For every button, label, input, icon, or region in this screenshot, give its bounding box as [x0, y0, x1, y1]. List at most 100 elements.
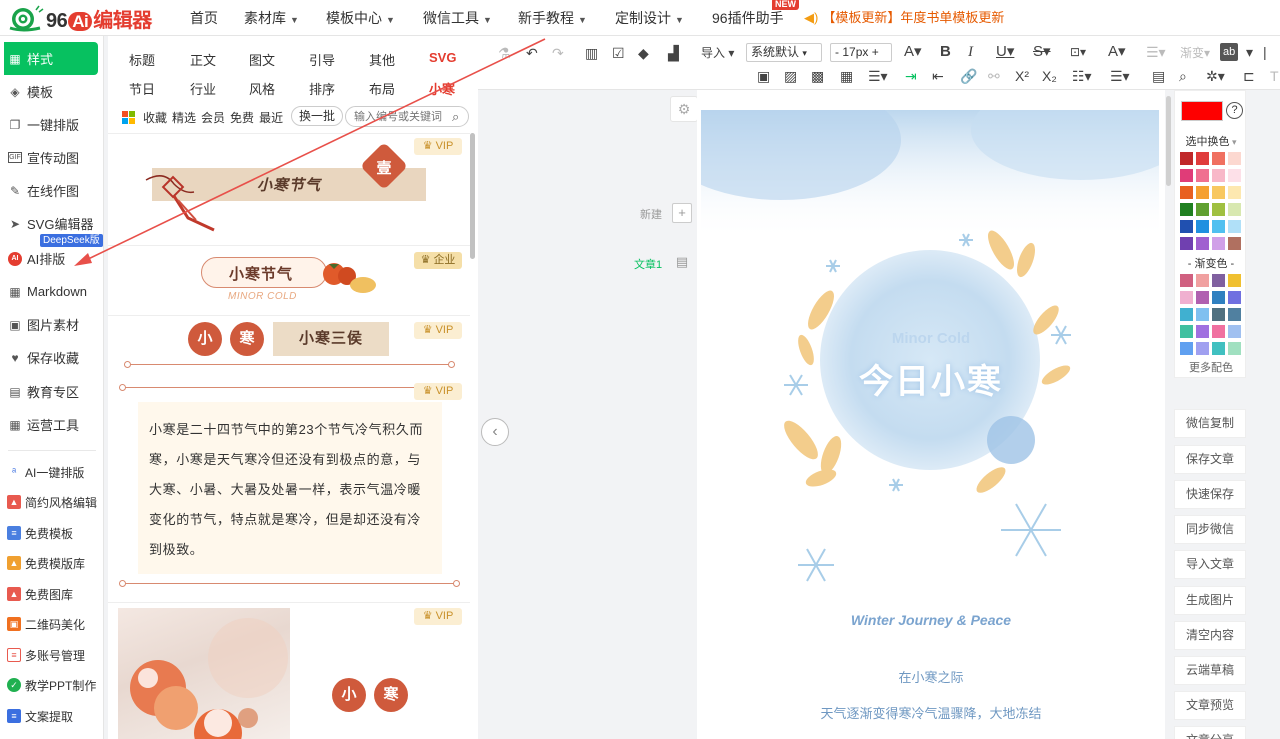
color-swatch[interactable]: [1228, 220, 1241, 233]
sidebar-item-online-drawing[interactable]: ✎ 在线作图: [0, 174, 104, 207]
plus-icon[interactable]: +: [872, 45, 879, 59]
sidebar-item-ai-layout[interactable]: AI AI排版: [0, 242, 104, 275]
tab-industry[interactable]: 行业: [190, 79, 216, 98]
color-swatch[interactable]: [1212, 186, 1225, 199]
color-swatch[interactable]: [1180, 152, 1193, 165]
color-swatch[interactable]: [1228, 186, 1241, 199]
superscript-icon[interactable]: X²: [1015, 67, 1029, 85]
style-card-1[interactable]: ♛ VIP 小寒节气 壹: [108, 134, 470, 246]
font-color-icon[interactable]: A▾: [1108, 43, 1126, 61]
settings-gear-icon[interactable]: ⚙: [670, 96, 698, 122]
color-swatch[interactable]: [1228, 152, 1241, 165]
clear-content-button[interactable]: 清空内容: [1174, 621, 1246, 650]
document-icon[interactable]: ▥: [585, 44, 598, 62]
color-swatch[interactable]: [1180, 325, 1193, 338]
color-swatch[interactable]: [1228, 203, 1241, 216]
filter-free[interactable]: 免费: [230, 109, 254, 126]
font-size-increase-icon[interactable]: A▾: [904, 43, 922, 61]
color-swatch[interactable]: [1196, 186, 1209, 199]
article-share-button[interactable]: 文章分享: [1174, 726, 1246, 739]
windows-grid-icon[interactable]: [122, 110, 135, 124]
tab-other[interactable]: 其他: [369, 50, 395, 69]
tool-free-templates[interactable]: ≡ 免费模板: [0, 518, 104, 548]
color-swatch[interactable]: [1180, 220, 1193, 233]
nav-wechat-tools[interactable]: 微信工具 ▼: [423, 0, 492, 36]
filter-favorites[interactable]: 收藏: [143, 109, 167, 126]
sidebar-item-favorites[interactable]: ♥ 保存收藏: [0, 341, 104, 374]
current-color-swatch[interactable]: [1181, 101, 1223, 121]
color-swatch[interactable]: [1196, 274, 1209, 287]
announcement-link[interactable]: ◀) 【模板更新】年度书单模板更新: [804, 0, 1004, 36]
generate-image-button[interactable]: 生成图片: [1174, 586, 1246, 615]
abc-style-icon[interactable]: ab: [1220, 43, 1239, 61]
subscript-icon[interactable]: X₂: [1042, 67, 1057, 85]
article-tab-label[interactable]: 文章1: [634, 256, 662, 272]
style-card-5[interactable]: ♛ VIP 小 寒: [108, 603, 470, 739]
redo-icon[interactable]: ↷: [552, 44, 564, 62]
color-swatch[interactable]: [1212, 274, 1225, 287]
color-swatch[interactable]: [1196, 291, 1209, 304]
tab-sort[interactable]: 排序: [309, 79, 335, 98]
article-document[interactable]: Minor Cold 今日小寒 Winter Journey & Peace 在…: [697, 90, 1165, 739]
color-swatch[interactable]: [1228, 342, 1241, 355]
underline-icon[interactable]: U▾: [996, 43, 1014, 61]
sidebar-item-operation-tools[interactable]: ▦ 运营工具: [0, 408, 104, 441]
color-swatch[interactable]: [1180, 308, 1193, 321]
more-dropdown-icon[interactable]: ▾: [1246, 43, 1253, 61]
format-brush-icon[interactable]: ⚗: [498, 44, 511, 62]
color-swatch[interactable]: [1180, 274, 1193, 287]
select-recolor-label[interactable]: 选中换色 ▾: [1175, 133, 1247, 149]
color-swatch[interactable]: [1196, 152, 1209, 165]
indent-left-icon[interactable]: ⇤: [932, 67, 944, 85]
color-swatch[interactable]: [1212, 308, 1225, 321]
sidebar-item-education[interactable]: ▤ 教育专区: [0, 375, 104, 408]
color-swatch[interactable]: [1180, 169, 1193, 182]
bold-icon[interactable]: B: [940, 43, 951, 61]
tool-simple-style[interactable]: ▲ 简约风格编辑: [0, 487, 104, 517]
tab-style[interactable]: 风格: [249, 79, 275, 98]
help-icon[interactable]: ?: [1226, 102, 1243, 119]
tool-free-gallery[interactable]: ▲ 免费图库: [0, 579, 104, 609]
article-preview-button[interactable]: 文章预览: [1174, 691, 1246, 720]
clear-format-icon[interactable]: T: [1270, 67, 1279, 85]
color-swatch[interactable]: [1196, 308, 1209, 321]
color-swatch[interactable]: [1180, 186, 1193, 199]
color-swatch[interactable]: [1228, 308, 1241, 321]
color-swatch[interactable]: [1228, 169, 1241, 182]
style-card-4[interactable]: ♛ VIP 小寒是二十四节气中的第23个节气冷气积久而寒，小寒是天气寒冷但还没有到…: [108, 377, 470, 603]
save-article-button[interactable]: 保存文章: [1174, 445, 1246, 474]
font-family-select[interactable]: 系统默认 ▾: [746, 43, 822, 62]
paste-icon[interactable]: ▤: [1152, 67, 1165, 85]
strikethrough-icon[interactable]: S▾: [1033, 43, 1051, 61]
document-scrollbar[interactable]: [1166, 96, 1171, 186]
sidebar-item-templates[interactable]: ◈ 模板: [0, 75, 104, 108]
tool-text-extract[interactable]: ≡ 文案提取: [0, 701, 104, 731]
article-file-icon[interactable]: ▤: [672, 253, 692, 273]
tab-minor-cold[interactable]: 小寒: [429, 79, 455, 98]
line-height-icon[interactable]: ☰▾: [1146, 43, 1166, 61]
import-article-button[interactable]: 导入文章: [1174, 550, 1246, 579]
color-swatch[interactable]: [1212, 291, 1225, 304]
sidebar-item-gif[interactable]: GIF 宣传动图: [0, 141, 104, 174]
tab-layout[interactable]: 布局: [369, 79, 395, 98]
sidebar-item-markdown[interactable]: ▦ Markdown: [0, 275, 104, 308]
color-swatch[interactable]: [1212, 152, 1225, 165]
style-card-2[interactable]: ♛ 企业 小寒节气 MINOR COLD: [108, 246, 470, 316]
sidebar-item-styles[interactable]: ▦ 样式: [4, 42, 98, 75]
gradient-text-icon[interactable]: 渐变▾: [1180, 44, 1210, 62]
undo-icon[interactable]: ↶: [526, 44, 538, 62]
tab-body[interactable]: 正文: [190, 50, 216, 69]
color-swatch[interactable]: [1212, 220, 1225, 233]
tab-guide[interactable]: 引导: [309, 50, 335, 69]
eraser-icon[interactable]: ◆: [638, 44, 649, 62]
nav-custom-design[interactable]: 定制设计 ▼: [615, 0, 684, 36]
color-swatch[interactable]: [1180, 342, 1193, 355]
tab-title[interactable]: 标题: [129, 50, 155, 69]
color-swatch[interactable]: [1212, 203, 1225, 216]
color-swatch[interactable]: [1228, 325, 1241, 338]
color-swatch[interactable]: [1180, 291, 1193, 304]
picture-icon[interactable]: ▨: [784, 67, 797, 85]
tab-festival[interactable]: 节日: [129, 79, 155, 98]
material-scrollbar[interactable]: [470, 133, 475, 259]
color-swatch[interactable]: [1196, 237, 1209, 250]
